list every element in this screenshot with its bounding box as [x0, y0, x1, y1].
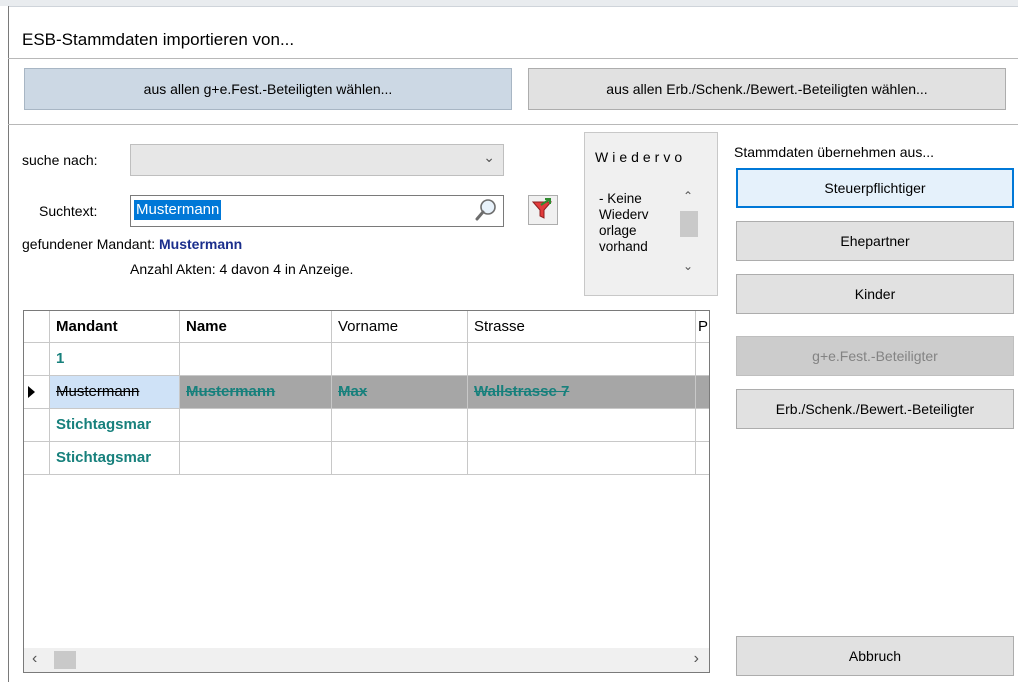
search-text-label: Suchtext:	[39, 203, 98, 219]
select-erb-button[interactable]: aus allen Erb./Schenk./Bewert.-Beteiligt…	[528, 68, 1006, 110]
column-header-mandant[interactable]: Mandant	[50, 311, 180, 343]
record-count: Anzahl Akten: 4 davon 4 in Anzeige.	[130, 261, 354, 277]
table-cell[interactable]	[468, 343, 696, 376]
table-cell[interactable]	[332, 343, 468, 376]
chevron-down-icon: ⌄	[483, 149, 495, 165]
window-left-edge	[0, 6, 9, 682]
client-table[interactable]: Mandant Name Vorname Strasse P 1 Musterm…	[23, 310, 710, 673]
table-cell[interactable]: Stichtagsmar	[50, 442, 180, 475]
table-cell[interactable]	[180, 442, 332, 475]
scroll-down-icon[interactable]: ⌄	[683, 259, 693, 273]
table-cell[interactable]	[180, 343, 332, 376]
table-cell[interactable]	[332, 409, 468, 442]
row-header[interactable]	[24, 343, 50, 376]
ge-fest-button[interactable]: g+e.Fest.-Beteiligter	[736, 336, 1014, 376]
take-over-heading: Stammdaten übernehmen aus...	[734, 144, 935, 160]
column-header-vorname[interactable]: Vorname	[332, 311, 468, 343]
found-client-value: Mustermann	[159, 236, 243, 252]
column-header-name[interactable]: Name	[180, 311, 332, 343]
table-cell[interactable]	[696, 376, 709, 409]
kinder-button[interactable]: Kinder	[736, 274, 1014, 314]
search-by-combo[interactable]: ⌄	[130, 144, 504, 176]
search-by-label: suche nach:	[22, 152, 98, 168]
column-header-p[interactable]: P	[696, 311, 709, 343]
table-cell[interactable]: Max	[332, 376, 468, 409]
table-cell[interactable]: Mustermann	[50, 376, 180, 409]
search-icon[interactable]	[475, 198, 497, 225]
table-cell[interactable]	[696, 442, 709, 475]
header-corner	[24, 311, 50, 343]
table-cell[interactable]: Mustermann	[180, 376, 332, 409]
background-window-strip	[0, 0, 1018, 7]
resubmission-memo: Wiedervo - Keine Wiederv orlage vorhand …	[584, 132, 718, 296]
scroll-thumb[interactable]	[54, 651, 76, 669]
table-cell[interactable]	[180, 409, 332, 442]
table-cell[interactable]	[332, 442, 468, 475]
table-cell[interactable]: Wallstrasse 7	[468, 376, 696, 409]
search-text-input[interactable]: Mustermann	[130, 195, 504, 227]
divider	[8, 124, 1018, 125]
dialog-title: ESB-Stammdaten importieren von...	[22, 30, 295, 49]
memo-text: - Keine Wiederv orlage vorhand	[599, 191, 649, 254]
table-cell[interactable]: Stichtagsmar	[50, 409, 180, 442]
row-indicator-icon	[28, 386, 35, 398]
erb-schenk-button[interactable]: Erb./Schenk./Bewert.-Beteiligter	[736, 389, 1014, 429]
filter-button[interactable]	[528, 195, 558, 225]
table-cell[interactable]	[696, 343, 709, 376]
row-header[interactable]	[24, 442, 50, 475]
steuerpflichtiger-button[interactable]: Steuerpflichtiger	[736, 168, 1014, 208]
found-client-line: gefundener Mandant: Mustermann	[22, 236, 242, 252]
memo-scrollbar[interactable]: ⌃ ⌄	[677, 189, 701, 281]
scroll-thumb[interactable]	[680, 211, 698, 237]
search-text-value: Mustermann	[134, 200, 222, 220]
column-header-strasse[interactable]: Strasse	[468, 311, 696, 343]
table-cell[interactable]	[696, 409, 709, 442]
found-client-label: gefundener Mandant:	[22, 236, 156, 252]
scroll-right-icon[interactable]: ›	[694, 650, 699, 668]
select-ge-fest-button[interactable]: aus allen g+e.Fest.-Beteiligten wählen..…	[24, 68, 512, 110]
row-header[interactable]	[24, 376, 50, 409]
row-header[interactable]	[24, 409, 50, 442]
table-cell[interactable]	[468, 409, 696, 442]
scroll-up-icon[interactable]: ⌃	[683, 189, 693, 203]
table-cell[interactable]: 1	[50, 343, 180, 376]
table-cell[interactable]	[468, 442, 696, 475]
divider	[8, 58, 1018, 59]
filter-icon	[529, 198, 557, 227]
horizontal-scrollbar[interactable]: ‹ ›	[24, 648, 709, 672]
ehepartner-button[interactable]: Ehepartner	[736, 221, 1014, 261]
memo-title: Wiedervo	[595, 149, 687, 165]
abbruch-button[interactable]: Abbruch	[736, 636, 1014, 676]
scroll-left-icon[interactable]: ‹	[32, 650, 37, 668]
